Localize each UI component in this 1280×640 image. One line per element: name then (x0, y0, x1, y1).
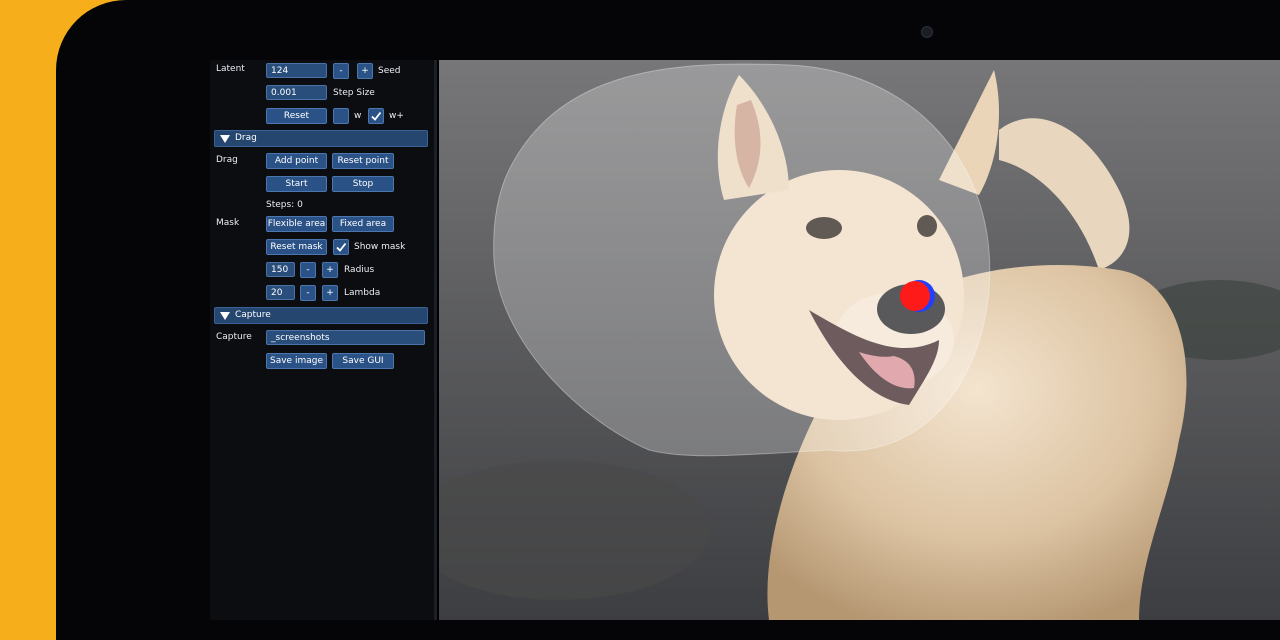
capture-label: Capture (216, 332, 252, 342)
checkmark-icon (336, 242, 347, 252)
image-viewport[interactable] (439, 60, 1280, 620)
lambda-increment-button[interactable]: + (322, 285, 338, 301)
step-size-input[interactable]: 0.001 (266, 85, 327, 100)
radius-input[interactable]: 150 (266, 262, 295, 277)
wplus-label: w+ (389, 111, 404, 121)
flexible-area-button[interactable]: Flexible area (266, 216, 327, 232)
drag-label: Drag (216, 155, 238, 165)
show-mask-checkbox[interactable] (333, 239, 349, 255)
reset-point-button[interactable]: Reset point (332, 153, 394, 169)
radius-label: Radius (344, 265, 375, 275)
collapse-triangle-icon (220, 135, 230, 143)
app-screen: Latent 124 - + Seed 0.001 Step Size Rese… (210, 60, 1280, 620)
wplus-checkbox[interactable] (368, 108, 384, 124)
drag-section-title: Drag (235, 133, 257, 143)
seed-label: Seed (378, 66, 401, 76)
seed-increment-button[interactable]: + (357, 63, 373, 79)
capture-path-input[interactable]: _screenshots (266, 330, 425, 345)
lambda-label: Lambda (344, 288, 381, 298)
seed-decrement-button[interactable]: - (333, 63, 349, 79)
start-button[interactable]: Start (266, 176, 327, 192)
step-size-label: Step Size (333, 88, 375, 98)
w-label: w (354, 111, 362, 121)
stop-button[interactable]: Stop (332, 176, 394, 192)
checkmark-icon (371, 111, 382, 121)
webcam-icon (921, 26, 933, 38)
save-image-button[interactable]: Save image (266, 353, 327, 369)
control-panel: Latent 124 - + Seed 0.001 Step Size Rese… (210, 60, 437, 620)
add-point-button[interactable]: Add point (266, 153, 327, 169)
mask-label: Mask (216, 218, 240, 228)
seed-input[interactable]: 124 (266, 63, 327, 78)
collapse-triangle-icon (220, 312, 230, 320)
lambda-input[interactable]: 20 (266, 285, 295, 300)
steps-counter: Steps: 0 (266, 200, 303, 210)
drag-section-header[interactable]: Drag (214, 130, 428, 147)
dog-image (439, 60, 1280, 620)
capture-section-header[interactable]: Capture (214, 307, 428, 324)
handle-point-marker[interactable] (900, 281, 930, 311)
w-checkbox[interactable] (333, 108, 349, 124)
radius-increment-button[interactable]: + (322, 262, 338, 278)
fixed-area-button[interactable]: Fixed area (332, 216, 394, 232)
lambda-decrement-button[interactable]: - (300, 285, 316, 301)
radius-decrement-button[interactable]: - (300, 262, 316, 278)
latent-label: Latent (216, 64, 245, 74)
capture-section-title: Capture (235, 310, 271, 320)
latent-reset-button[interactable]: Reset (266, 108, 327, 124)
show-mask-label: Show mask (354, 242, 406, 252)
save-gui-button[interactable]: Save GUI (332, 353, 394, 369)
reset-mask-button[interactable]: Reset mask (266, 239, 327, 255)
